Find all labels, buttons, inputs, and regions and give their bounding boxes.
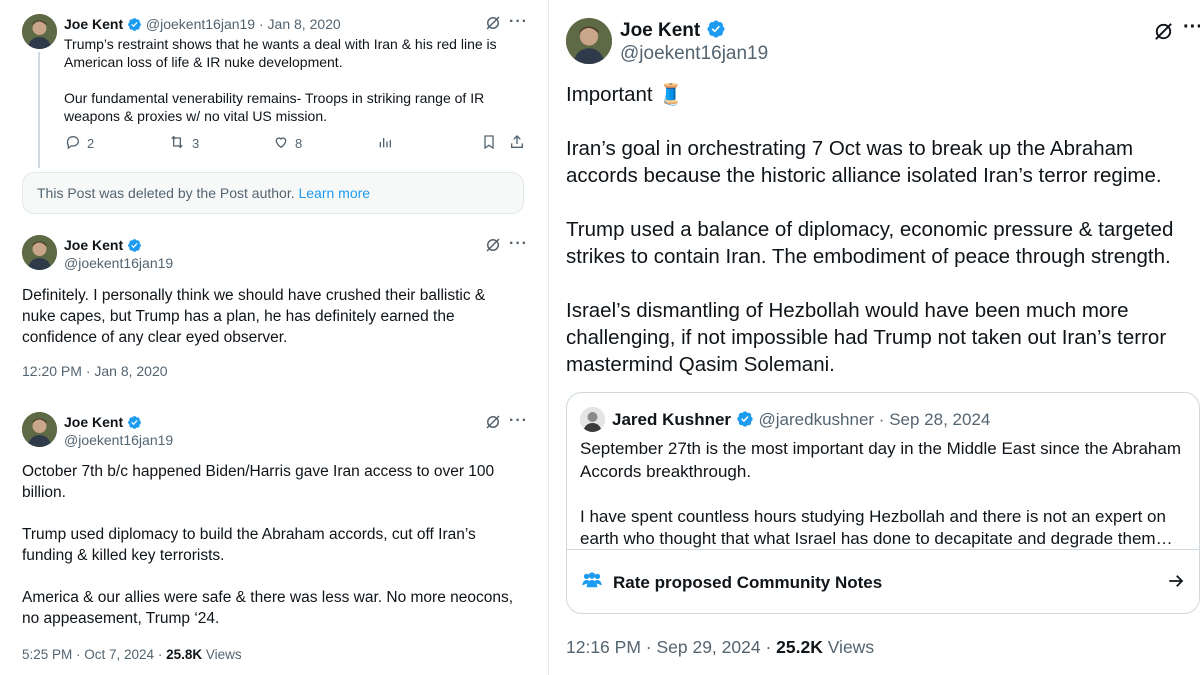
avatar[interactable] <box>566 18 612 64</box>
views-button[interactable] <box>377 134 393 153</box>
avatar[interactable] <box>22 14 57 49</box>
repost-count: 3 <box>192 136 200 151</box>
views-count: 25.2K <box>776 637 823 657</box>
reply-icon <box>65 134 81 153</box>
repost-icon <box>168 134 186 153</box>
author-name[interactable]: Joe Kent <box>620 20 700 41</box>
grok-icon[interactable] <box>484 413 502 436</box>
quoted-author-handle[interactable]: @jaredkushner <box>759 410 875 429</box>
thread-line <box>38 52 40 168</box>
views-count: 25.8K <box>166 647 203 662</box>
timestamp-text: 5:25 PM · Oct 7, 2024 · <box>22 647 167 662</box>
heart-icon <box>273 134 289 153</box>
reply-count: 2 <box>87 136 95 151</box>
author-handle[interactable]: @joekent16jan19 <box>146 16 255 32</box>
tweet-text: Important 🧵 Iran’s goal in orchestrating… <box>566 83 1174 376</box>
tweet-text: Definitely. I personally think we should… <box>22 287 486 346</box>
avatar[interactable] <box>22 235 57 270</box>
grok-icon[interactable] <box>484 14 502 37</box>
tweet-header: Joe Kent <box>620 19 726 46</box>
analytics-icon <box>377 134 393 153</box>
timestamp-text: 12:16 PM · Sep 29, 2024 · <box>566 637 777 657</box>
avatar[interactable] <box>22 412 57 447</box>
quoted-date[interactable]: Sep 28, 2024 <box>889 410 990 429</box>
reply-button[interactable]: 2 <box>65 134 94 153</box>
share-button[interactable] <box>509 134 525 153</box>
community-notes-label: Rate proposed Community Notes <box>613 572 883 592</box>
author-handle[interactable]: @joekent16jan19 <box>620 43 768 65</box>
verified-badge-icon <box>706 19 726 46</box>
arrow-right-icon[interactable] <box>1167 572 1185 595</box>
repost-button[interactable]: 3 <box>168 134 199 153</box>
more-icon[interactable]: ··· <box>509 235 528 253</box>
verified-badge-icon <box>127 17 142 36</box>
bookmark-button[interactable] <box>481 134 497 153</box>
tweet-timestamp[interactable]: 12:20 PM · Jan 8, 2020 <box>22 363 168 379</box>
quoted-avatar[interactable] <box>580 407 605 432</box>
author-handle[interactable]: @joekent16jan19 <box>64 255 173 271</box>
left-panel: Joe Kent @joekent16jan19 · Jan 8, 2020 ·… <box>0 0 537 675</box>
share-icon <box>509 134 525 153</box>
learn-more-link[interactable]: Learn more <box>298 185 370 201</box>
more-icon[interactable]: ··· <box>509 412 528 430</box>
tweet-header: Joe Kent <box>64 236 142 257</box>
tweet-header: Joe Kent @joekent16jan19 · Jan 8, 2020 <box>64 15 341 36</box>
panel-divider <box>537 0 548 675</box>
author-name[interactable]: Joe Kent <box>64 16 123 32</box>
more-icon[interactable]: ··· <box>509 13 528 31</box>
more-icon[interactable]: ··· <box>1183 16 1200 39</box>
like-button[interactable]: 8 <box>273 134 302 153</box>
views-label: Views <box>822 637 875 657</box>
tweet-date[interactable]: Jan 8, 2020 <box>268 16 341 32</box>
separator-dot: · <box>258 16 264 32</box>
verified-badge-icon <box>736 410 754 434</box>
views-label: Views <box>202 647 242 662</box>
tweet-timestamp[interactable]: 5:25 PM · Oct 7, 2024 · 25.8K Views <box>22 647 242 662</box>
quoted-header: Jared Kushner @jaredkushner · Sep 28, 20… <box>612 409 990 434</box>
author-name[interactable]: Joe Kent <box>64 414 123 430</box>
tweet-text: October 7th b/c happened Biden/Harris ga… <box>22 463 514 627</box>
author-name[interactable]: Joe Kent <box>64 237 123 253</box>
people-icon <box>581 571 603 594</box>
tweet-header: Joe Kent <box>64 413 142 434</box>
author-handle[interactable]: @joekent16jan19 <box>64 432 173 448</box>
grok-icon[interactable] <box>1152 20 1175 48</box>
quoted-author-name[interactable]: Jared Kushner <box>612 410 731 429</box>
quoted-text: September 27th is the most important day… <box>580 439 1181 548</box>
like-count: 8 <box>295 136 303 151</box>
separator-dot: · <box>878 410 885 429</box>
tweet-text: Trump’s restraint shows that he wants a … <box>64 36 497 124</box>
bookmark-icon <box>481 134 497 153</box>
deleted-post-notice: This Post was deleted by the Post author… <box>22 172 524 214</box>
tweet-timestamp[interactable]: 12:16 PM · Sep 29, 2024 · 25.2K Views <box>566 637 874 658</box>
quoted-tweet[interactable]: Jared Kushner @jaredkushner · Sep 28, 20… <box>566 392 1200 614</box>
deleted-post-text: This Post was deleted by the Post author… <box>37 185 295 201</box>
grok-icon[interactable] <box>484 236 502 259</box>
community-notes-bar[interactable]: Rate proposed Community Notes <box>567 549 1199 613</box>
